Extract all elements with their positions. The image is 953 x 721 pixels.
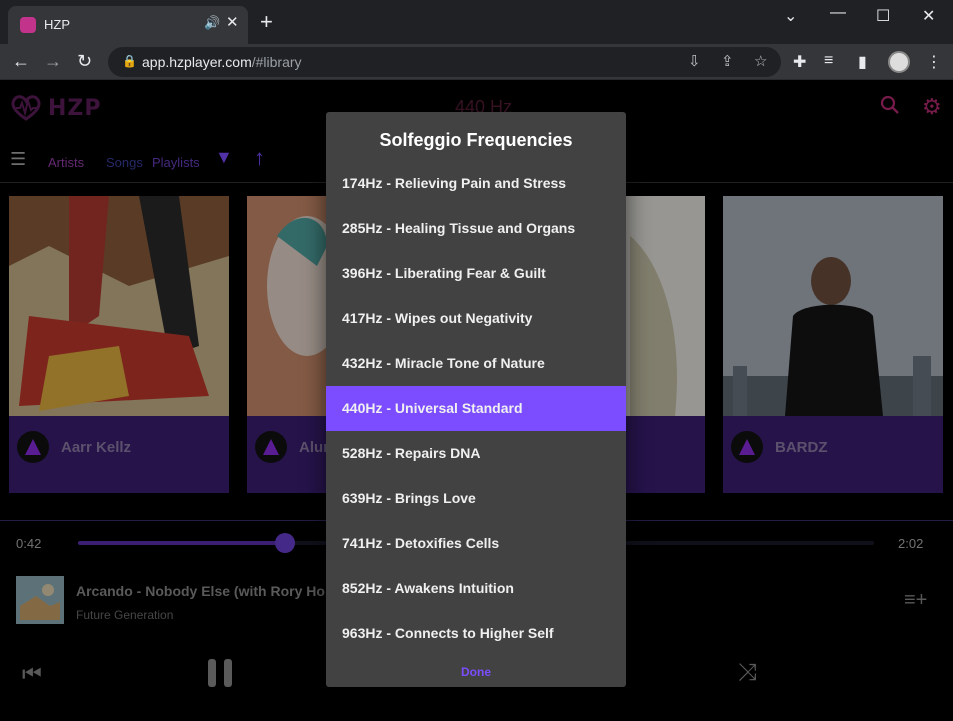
solfeggio-dialog: Solfeggio Frequencies 174Hz - Relieving … (326, 112, 626, 687)
frequency-option[interactable]: 174Hz - Relieving Pain and Stress (326, 161, 626, 206)
frequency-option[interactable]: 285Hz - Healing Tissue and Organs (326, 206, 626, 251)
close-tab-icon[interactable]: ✕ (226, 13, 239, 31)
dialog-title: Solfeggio Frequencies (379, 130, 573, 150)
lock-icon: 🔒 (122, 54, 137, 68)
address-bar[interactable]: 🔒 app.hzplayer.com/#library ⇩ ⇪ ☆ (108, 47, 781, 77)
frequency-option[interactable]: 639Hz - Brings Love (326, 476, 626, 521)
tab-search-chevron-icon[interactable]: ⌄ (784, 6, 797, 26)
browser-tab[interactable]: HZP 🔊 ✕ (8, 6, 248, 44)
side-panel-icon[interactable]: ▮ (858, 52, 867, 72)
frequency-list: 174Hz - Relieving Pain and Stress 285Hz -… (326, 161, 626, 656)
media-control-icon[interactable]: ≡ (824, 52, 833, 70)
new-tab-icon[interactable]: + (260, 11, 273, 33)
profile-avatar[interactable] (888, 51, 910, 73)
speaker-icon[interactable]: 🔊 (204, 15, 220, 31)
frequency-option[interactable]: 852Hz - Awakens Intuition (326, 566, 626, 611)
minimize-icon[interactable]: — (830, 4, 846, 22)
kebab-menu-icon[interactable]: ⋮ (926, 52, 942, 72)
browser-tabbar: HZP 🔊 ✕ + ⌄ — ☐ ✕ (0, 0, 953, 44)
frequency-option[interactable]: 528Hz - Repairs DNA (326, 431, 626, 476)
maximize-icon[interactable]: ☐ (876, 6, 890, 26)
bookmark-star-icon[interactable]: ☆ (754, 52, 767, 70)
window-close-icon[interactable]: ✕ (922, 6, 935, 26)
frequency-option[interactable]: 432Hz - Miracle Tone of Nature (326, 341, 626, 386)
frequency-option[interactable]: 396Hz - Liberating Fear & Guilt (326, 251, 626, 296)
back-arrow-icon[interactable]: ← (12, 51, 30, 72)
frequency-option[interactable]: 741Hz - Detoxifies Cells (326, 521, 626, 566)
install-app-icon[interactable]: ⇩ (688, 52, 701, 70)
url-host: app.hzplayer.com (142, 54, 252, 70)
extensions-puzzle-icon[interactable]: ✚ (793, 52, 806, 72)
done-button[interactable]: Done (326, 665, 626, 679)
frequency-option[interactable]: 963Hz - Connects to Higher Self (326, 611, 626, 656)
frequency-option[interactable]: 417Hz - Wipes out Negativity (326, 296, 626, 341)
share-icon[interactable]: ⇪ (721, 52, 734, 70)
url-text: app.hzplayer.com/#library (142, 54, 302, 70)
url-path: /#library (251, 54, 302, 70)
browser-toolbar: ← → ↻ 🔒 app.hzplayer.com/#library ⇩ ⇪ ☆ … (0, 44, 953, 80)
tab-title: HZP (44, 17, 70, 32)
reload-icon[interactable]: ↻ (77, 51, 92, 72)
forward-arrow-icon[interactable]: → (44, 51, 62, 72)
frequency-option[interactable]: 440Hz - Universal Standard (326, 386, 626, 431)
hzp-favicon-icon (20, 17, 36, 33)
